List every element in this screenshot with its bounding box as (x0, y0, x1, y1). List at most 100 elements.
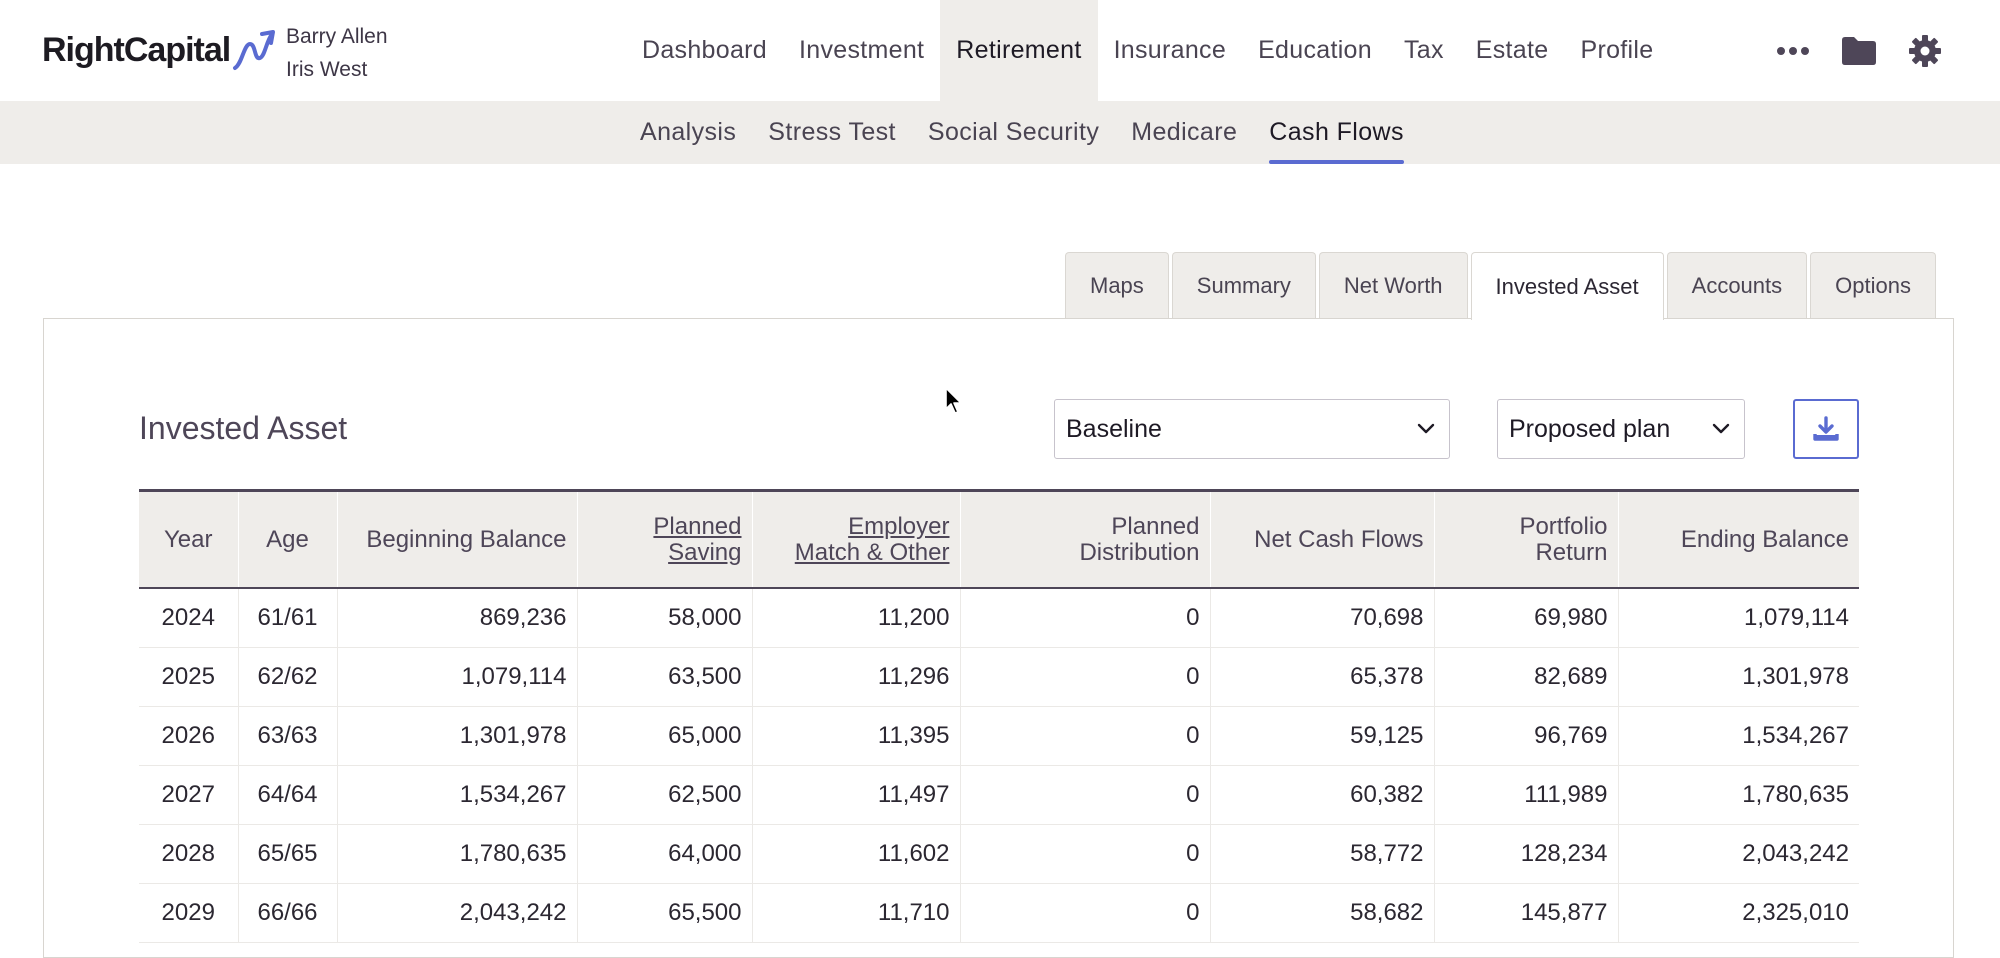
cell-ending-balance: 1,534,267 (1618, 706, 1859, 766)
cell-portfolio-return: 128,234 (1434, 824, 1619, 884)
cell-portfolio-return: 96,769 (1434, 706, 1619, 766)
cell-beginning-balance: 2,043,242 (337, 883, 578, 943)
cell-portfolio-return: 145,877 (1434, 883, 1619, 943)
cell-planned-saving: 62,500 (577, 765, 753, 825)
cell-ending-balance: 1,079,114 (1618, 588, 1859, 648)
subnav-stress-test[interactable]: Stress Test (752, 101, 912, 164)
nav-education[interactable]: Education (1242, 0, 1388, 101)
tab-maps[interactable]: Maps (1065, 252, 1169, 318)
nav-retirement[interactable]: Retirement (940, 0, 1098, 101)
cell-net-cash-flows: 59,125 (1210, 706, 1435, 766)
cell-planned-saving: 58,000 (577, 588, 753, 648)
cell-planned-saving: 63,500 (577, 647, 753, 707)
cell-net-cash-flows: 65,378 (1210, 647, 1435, 707)
col-planned-saving-line2: Saving (668, 538, 742, 566)
table-header-row: Year Age Beginning Balance Planned Savin… (139, 489, 1859, 589)
col-planned-saving-line1: Planned (653, 512, 742, 540)
col-beginning-balance: Beginning Balance (337, 489, 578, 589)
subnav-social-security[interactable]: Social Security (912, 101, 1115, 164)
cell-ending-balance: 1,301,978 (1618, 647, 1859, 707)
cell-beginning-balance: 1,534,267 (337, 765, 578, 825)
cell-ending-balance: 2,043,242 (1618, 824, 1859, 884)
chevron-down-icon (1712, 423, 1730, 434)
col-portfolio-return: Portfolio Return (1434, 489, 1619, 589)
cell-net-cash-flows: 70,698 (1210, 588, 1435, 648)
cell-portfolio-return: 82,689 (1434, 647, 1619, 707)
cell-ending-balance: 2,325,010 (1618, 883, 1859, 943)
cell-employer-match: 11,395 (752, 706, 961, 766)
nav-insurance[interactable]: Insurance (1098, 0, 1243, 101)
folder-icon[interactable] (1826, 0, 1892, 101)
nav-estate[interactable]: Estate (1460, 0, 1565, 101)
cell-year: 2024 (139, 588, 239, 648)
cell-age: 65/65 (238, 824, 338, 884)
logo-arrow-icon (233, 30, 276, 70)
tab-invested-asset[interactable]: Invested Asset (1470, 252, 1664, 320)
cell-age: 61/61 (238, 588, 338, 648)
table-row: 2024 61/61 869,236 58,000 11,200 0 70,698 69,98… (139, 588, 1859, 648)
cell-portfolio-return: 111,989 (1434, 765, 1619, 825)
tab-accounts[interactable]: Accounts (1666, 252, 1808, 318)
cell-net-cash-flows: 60,382 (1210, 765, 1435, 825)
cell-planned-distribution: 0 (960, 824, 1211, 884)
top-header: RightCapital Barry Allen Iris West Dashb… (0, 0, 2000, 101)
plan-select-value: Proposed plan (1509, 414, 1671, 443)
nav-investment[interactable]: Investment (783, 0, 940, 101)
cell-year: 2028 (139, 824, 239, 884)
cell-year: 2025 (139, 647, 239, 707)
nav-tax[interactable]: Tax (1388, 0, 1460, 101)
client-name: Iris West (286, 58, 368, 81)
cell-age: 66/66 (238, 883, 338, 943)
main-nav: Dashboard Investment Retirement Insuranc… (626, 0, 1669, 101)
download-button[interactable] (1793, 399, 1859, 459)
invested-asset-table: Year Age Beginning Balance Planned Savin… (139, 489, 1859, 943)
cell-beginning-balance: 1,079,114 (337, 647, 578, 707)
table-row: 2029 66/66 2,043,242 65,500 11,710 0 58,682 145… (139, 883, 1859, 943)
col-planned-distribution-line2: Distribution (1079, 538, 1200, 566)
cell-ending-balance: 1,780,635 (1618, 765, 1859, 825)
col-portfolio-return-line2: Return (1535, 538, 1608, 566)
nav-profile[interactable]: Profile (1564, 0, 1669, 101)
cell-net-cash-flows: 58,772 (1210, 824, 1435, 884)
gear-icon[interactable] (1892, 0, 1958, 101)
cell-employer-match: 11,296 (752, 647, 961, 707)
more-icon[interactable] (1760, 0, 1826, 101)
cell-planned-saving: 64,000 (577, 824, 753, 884)
cell-beginning-balance: 1,301,978 (337, 706, 578, 766)
cell-year: 2026 (139, 706, 239, 766)
client-names[interactable]: Barry Allen Iris West (286, 20, 388, 86)
cell-planned-distribution: 0 (960, 706, 1211, 766)
tab-summary[interactable]: Summary (1171, 252, 1316, 318)
cell-employer-match: 11,602 (752, 824, 961, 884)
cell-planned-saving: 65,000 (577, 706, 753, 766)
cell-planned-distribution: 0 (960, 765, 1211, 825)
scenario-select[interactable]: Baseline (1054, 399, 1450, 459)
tab-options[interactable]: Options (1810, 252, 1936, 318)
col-planned-saving[interactable]: Planned Saving (577, 489, 753, 589)
col-planned-distribution: Planned Distribution (960, 489, 1211, 589)
nav-dashboard[interactable]: Dashboard (626, 0, 783, 101)
subnav-analysis[interactable]: Analysis (624, 101, 752, 164)
cell-year: 2027 (139, 765, 239, 825)
col-employer-match[interactable]: Employer Match & Other (752, 489, 961, 589)
table-row: 2026 63/63 1,301,978 65,000 11,395 0 59,125 96,… (139, 706, 1859, 766)
cell-planned-saving: 65,500 (577, 883, 753, 943)
subnav-medicare[interactable]: Medicare (1115, 101, 1253, 164)
logo[interactable]: RightCapital (42, 28, 276, 72)
col-ending-balance: Ending Balance (1618, 489, 1859, 589)
download-icon (1813, 416, 1839, 441)
cell-age: 63/63 (238, 706, 338, 766)
plan-select[interactable]: Proposed plan (1497, 399, 1745, 459)
table-row: 2027 64/64 1,534,267 62,500 11,497 0 60,382 111… (139, 765, 1859, 825)
cell-employer-match: 11,497 (752, 765, 961, 825)
table-body: 2024 61/61 869,236 58,000 11,200 0 70,698 69,98… (139, 588, 1859, 943)
col-employer-match-line2: Match & Other (794, 538, 950, 566)
scenario-select-value: Baseline (1066, 414, 1162, 443)
cell-net-cash-flows: 58,682 (1210, 883, 1435, 943)
tab-net-worth[interactable]: Net Worth (1318, 252, 1468, 318)
cell-beginning-balance: 1,780,635 (337, 824, 578, 884)
col-portfolio-return-line1: Portfolio (1519, 512, 1608, 540)
cell-portfolio-return: 69,980 (1434, 588, 1619, 648)
subnav-cash-flows[interactable]: Cash Flows (1253, 101, 1420, 164)
cell-planned-distribution: 0 (960, 883, 1211, 943)
